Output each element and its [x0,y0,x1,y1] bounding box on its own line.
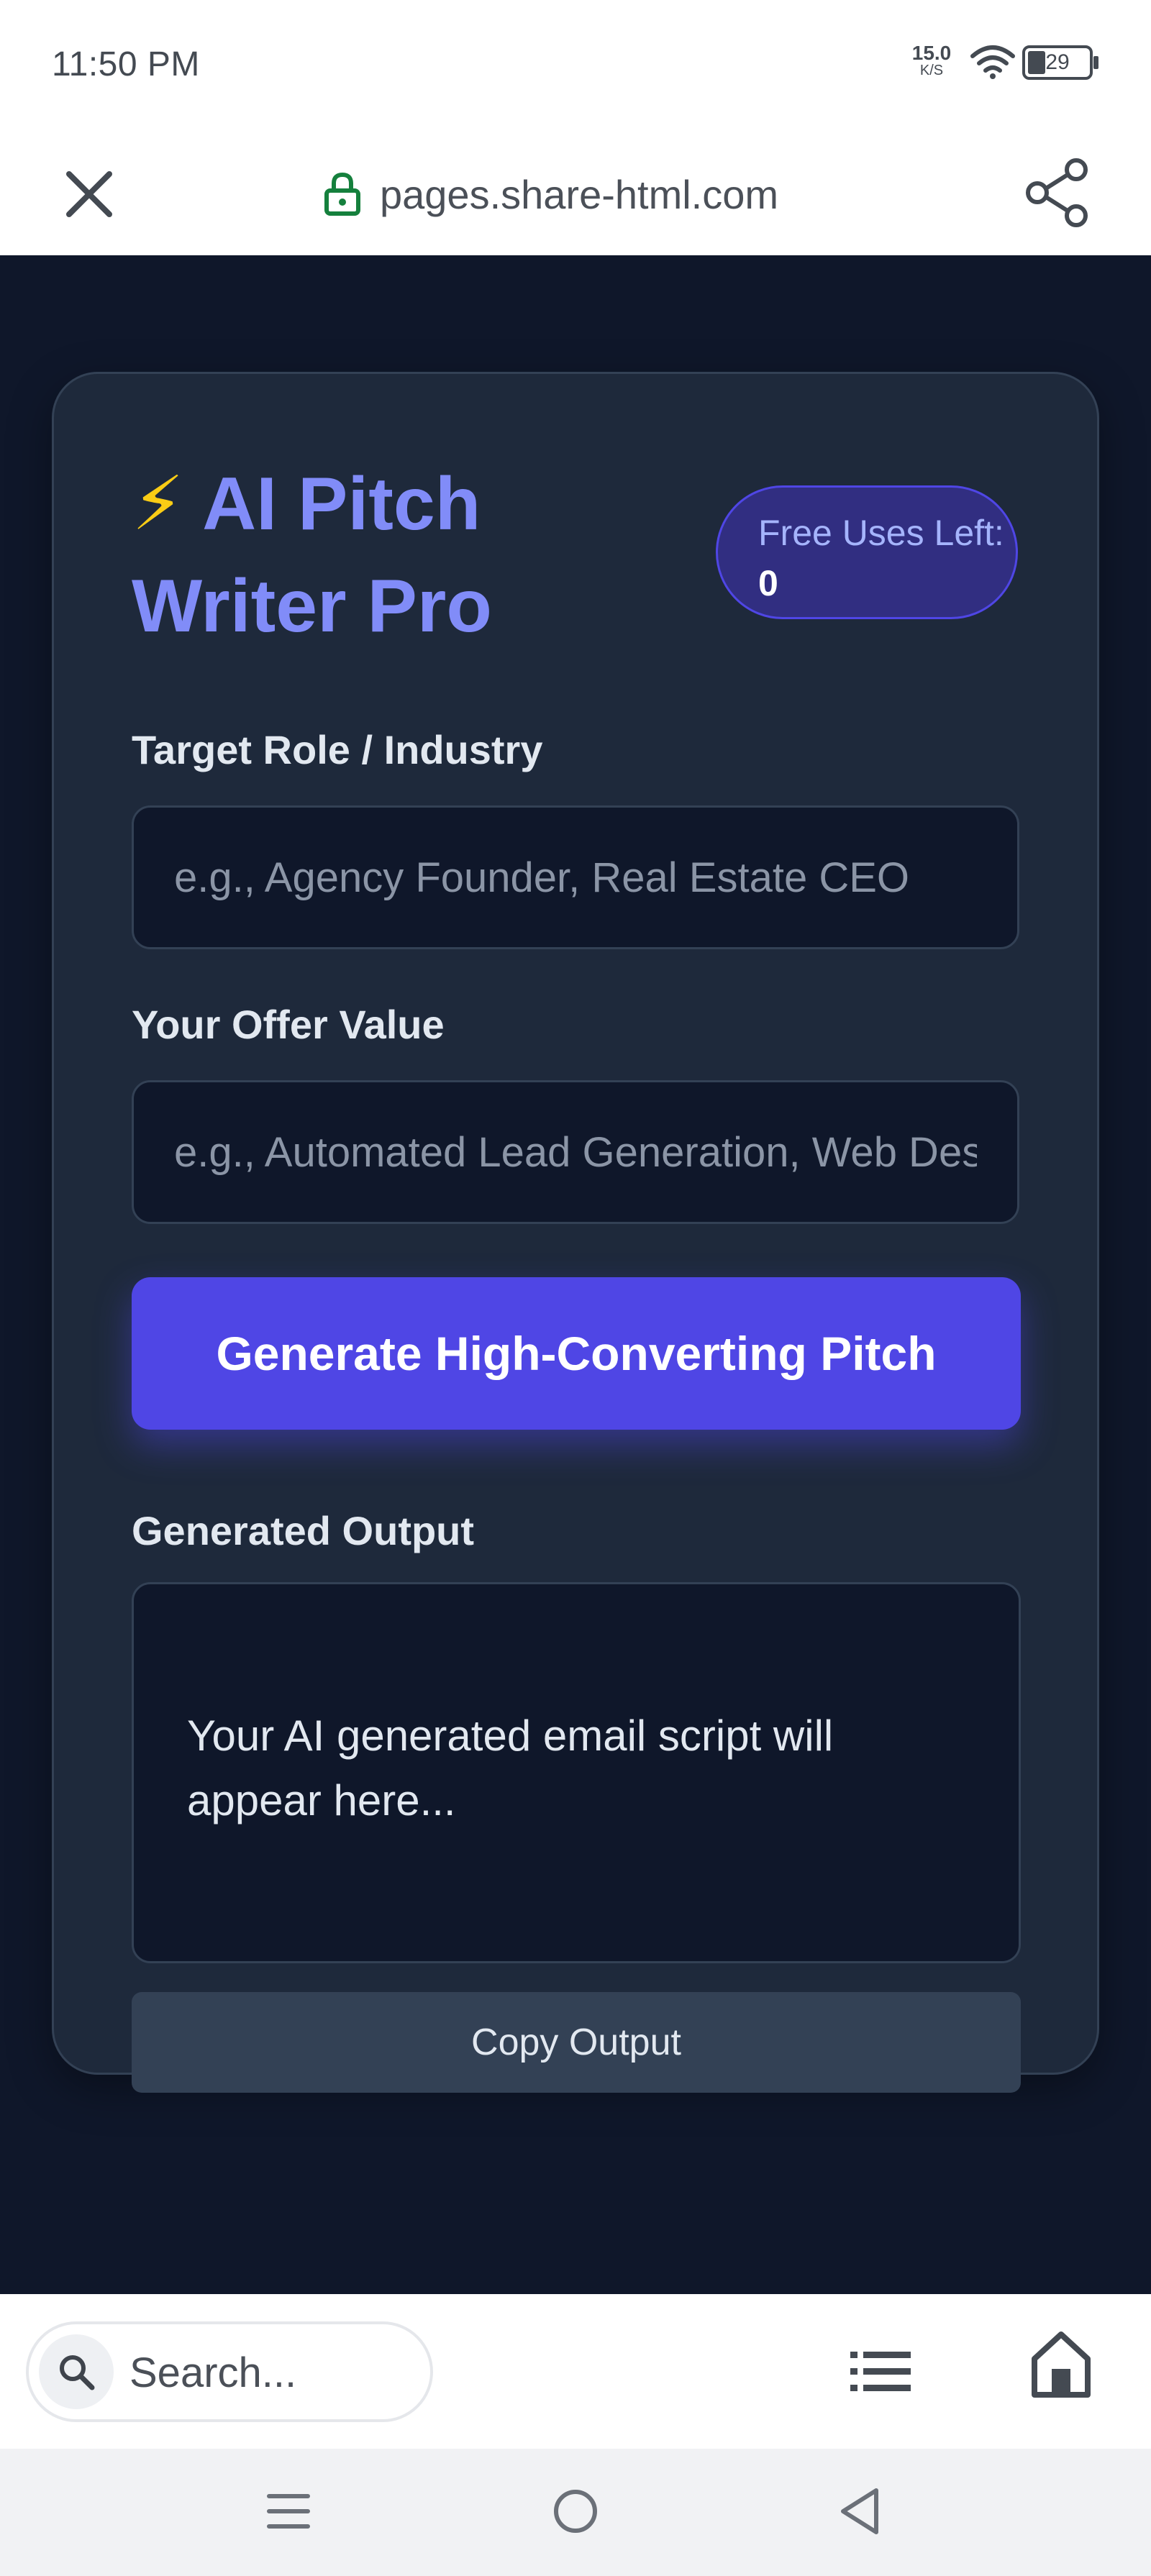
free-uses-count: 0 [758,563,778,603]
target-role-label: Target Role / Industry [132,727,543,772]
page-content: ⚡ AI Pitch Writer Pro Free Uses Left: 0 … [0,255,1151,2294]
status-time: 11:50 PM [52,45,200,83]
app-title: ⚡ AI Pitch Writer Pro [132,453,578,657]
home-circle-icon[interactable] [550,2486,601,2536]
network-speed-value: 15.0 [911,42,952,64]
free-uses-badge: Free Uses Left: 0 [716,485,1018,619]
network-speed-unit: K/S [919,63,944,78]
menu-icon[interactable] [263,2486,314,2536]
search-icon [60,2355,95,2390]
search-placeholder: Search... [129,2349,297,2396]
status-bar: 11:50 PM 15.0 K/S 29 [0,0,1151,129]
generate-pitch-button[interactable]: Generate High-Converting Pitch [132,1277,1021,1430]
wifi-icon [970,45,1015,79]
url-text: pages.share-html.com [380,171,779,217]
pitch-writer-card: ⚡ AI Pitch Writer Pro Free Uses Left: 0 … [52,372,1099,2093]
output-box[interactable]: Your AI generated email script will appe… [132,1582,1021,1963]
share-icon[interactable] [1022,157,1093,229]
search-bar[interactable]: Search... [26,2321,433,2422]
offer-value-input[interactable] [132,1080,1019,1224]
search-button[interactable] [39,2334,114,2409]
copy-output-button[interactable]: Copy Output [132,1992,1021,2093]
browser-toolbar: pages.share-html.com [0,129,1151,255]
system-navigation-bar [0,2449,1151,2576]
lightning-icon: ⚡ [132,462,185,546]
address-bar[interactable]: pages.share-html.com [324,165,778,223]
offer-value-label: Your Offer Value [132,1002,445,1047]
app-title-text: AI Pitch Writer Pro [132,462,492,648]
close-icon[interactable] [62,167,117,221]
network-speed: 15.0 K/S [906,43,957,78]
lock-icon [324,172,360,216]
list-icon[interactable] [849,2343,914,2401]
generated-output-label: Generated Output [132,1508,475,1553]
back-icon[interactable] [834,2485,885,2538]
bottom-toolbar: Search... [0,2294,1151,2449]
output-placeholder: Your AI generated email script will appe… [187,1712,834,1824]
battery-level: 29 [1045,50,1070,74]
free-uses-label: Free Uses Left: [758,513,1004,553]
home-icon[interactable] [1029,2329,1093,2401]
target-role-input[interactable] [132,805,1019,949]
